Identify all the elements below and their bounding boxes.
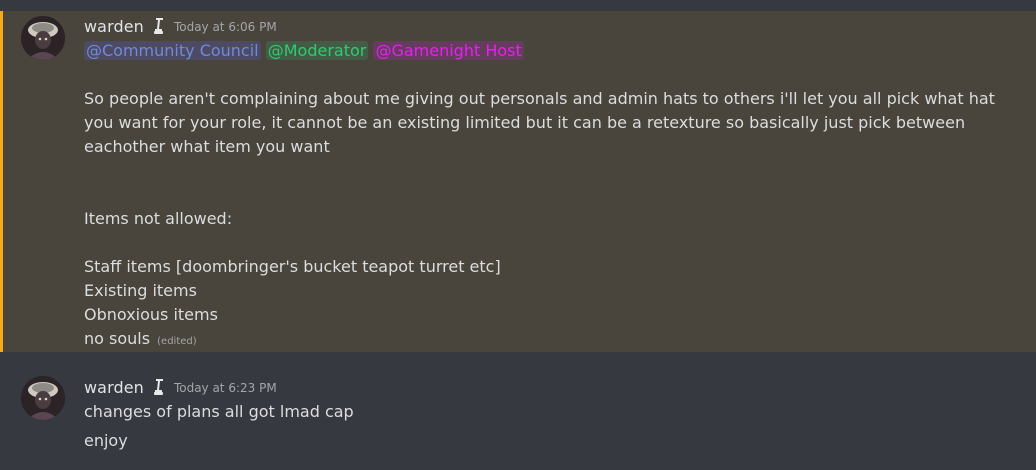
list-item: Existing items bbox=[84, 281, 197, 300]
list-item: Obnoxious items bbox=[84, 305, 218, 324]
avatar-image-icon bbox=[21, 376, 65, 420]
list-item: Staff items [doombringer's bucket teapot… bbox=[84, 257, 501, 276]
message-header: warden Today at 6:06 PM bbox=[84, 15, 277, 37]
role-mention-gamenight-host[interactable]: @Gamenight Host bbox=[373, 41, 524, 60]
message-header: warden Today at 6:23 PM bbox=[84, 376, 277, 398]
message-line: enjoy bbox=[84, 431, 128, 450]
message-content: @Community Council @Moderator @Gamenight… bbox=[84, 39, 1024, 354]
author-name[interactable]: warden bbox=[84, 378, 144, 397]
edited-label[interactable]: (edited) bbox=[157, 336, 197, 347]
message-body: So people aren't complaining about me gi… bbox=[84, 89, 995, 156]
message-content: changes of plans all got lmad cap enjoy bbox=[84, 400, 1024, 453]
avatar[interactable] bbox=[21, 16, 65, 60]
list-item-last: no souls (edited) bbox=[84, 327, 1024, 354]
author-name[interactable]: warden bbox=[84, 17, 144, 36]
message-line: changes of plans all got lmad cap bbox=[84, 402, 354, 421]
list-heading: Items not allowed: bbox=[84, 209, 233, 228]
mention-highlight-bar bbox=[0, 11, 3, 352]
avatar-image-icon bbox=[21, 16, 65, 60]
staff-badge-icon bbox=[152, 17, 166, 35]
mentions-line: @Community Council @Moderator @Gamenight… bbox=[84, 39, 1024, 63]
avatar[interactable] bbox=[21, 376, 65, 420]
role-mention-moderator[interactable]: @Moderator bbox=[265, 41, 369, 60]
role-mention-community-council[interactable]: @Community Council bbox=[84, 41, 261, 60]
timestamp[interactable]: Today at 6:23 PM bbox=[174, 381, 277, 395]
staff-badge-icon bbox=[152, 378, 166, 396]
timestamp[interactable]: Today at 6:06 PM bbox=[174, 20, 277, 34]
list-item: no souls bbox=[84, 329, 151, 348]
previous-message-edge bbox=[0, 0, 1036, 11]
